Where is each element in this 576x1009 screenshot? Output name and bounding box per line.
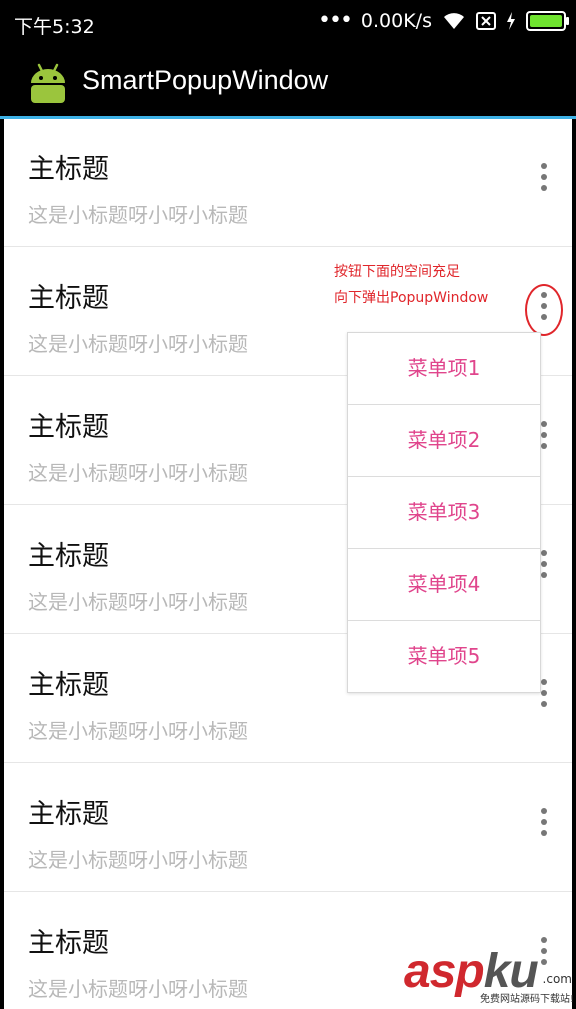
popup-menu: 菜单项1 菜单项2 菜单项3 菜单项4 菜单项5 bbox=[347, 332, 541, 693]
item-title: 主标题 bbox=[28, 541, 109, 572]
menu-item-3[interactable]: 菜单项3 bbox=[348, 477, 540, 549]
sim-off-icon bbox=[476, 12, 496, 30]
app-title: SmartPopupWindow bbox=[82, 65, 329, 95]
item-subtitle: 这是小标题呀小呀小标题 bbox=[28, 848, 248, 872]
watermark-logo: aspku .com 免费网站源码下载站! bbox=[404, 944, 576, 1009]
list-item[interactable]: 主标题 这是小标题呀小呀小标题 bbox=[4, 119, 572, 247]
network-speed: 0.00K/s bbox=[360, 10, 432, 32]
list-item[interactable]: 主标题 这是小标题呀小呀小标题 bbox=[4, 764, 572, 892]
item-subtitle: 这是小标题呀小呀小标题 bbox=[28, 719, 248, 743]
item-subtitle: 这是小标题呀小呀小标题 bbox=[28, 461, 248, 485]
annotation-line-2: 向下弹出PopupWindow bbox=[334, 290, 489, 306]
overflow-menu-icon[interactable] bbox=[538, 804, 550, 854]
item-subtitle: 这是小标题呀小呀小标题 bbox=[28, 977, 248, 1001]
item-title: 主标题 bbox=[28, 154, 109, 185]
annotation-line-1: 按钮下面的空间充足 bbox=[334, 264, 460, 280]
item-title: 主标题 bbox=[28, 670, 109, 701]
item-subtitle: 这是小标题呀小呀小标题 bbox=[28, 332, 248, 356]
item-title: 主标题 bbox=[28, 412, 109, 443]
status-bar: 下午5:32 ••• 0.00K/s bbox=[0, 0, 576, 48]
status-icons: ••• 0.00K/s bbox=[317, 8, 569, 33]
item-title: 主标题 bbox=[28, 283, 109, 314]
overflow-menu-icon[interactable] bbox=[538, 159, 550, 209]
highlight-circle bbox=[525, 284, 563, 336]
item-subtitle: 这是小标题呀小呀小标题 bbox=[28, 203, 248, 227]
watermark-suffix: .com bbox=[542, 972, 572, 986]
status-time: 下午5:32 bbox=[14, 16, 95, 38]
wifi-icon bbox=[444, 13, 464, 29]
item-subtitle: 这是小标题呀小呀小标题 bbox=[28, 590, 248, 614]
more-dots-icon: ••• bbox=[317, 8, 353, 33]
menu-item-4[interactable]: 菜单项4 bbox=[348, 549, 540, 621]
watermark-tagline: 免费网站源码下载站! bbox=[479, 994, 574, 1005]
app-bar: SmartPopupWindow bbox=[0, 48, 576, 116]
android-logo bbox=[31, 63, 65, 103]
item-title: 主标题 bbox=[28, 928, 109, 959]
item-title: 主标题 bbox=[28, 799, 109, 830]
charging-icon bbox=[507, 12, 515, 30]
battery-icon bbox=[526, 11, 569, 31]
menu-item-2[interactable]: 菜单项2 bbox=[348, 405, 540, 477]
menu-item-5[interactable]: 菜单项5 bbox=[348, 621, 540, 692]
menu-item-1[interactable]: 菜单项1 bbox=[348, 333, 540, 405]
